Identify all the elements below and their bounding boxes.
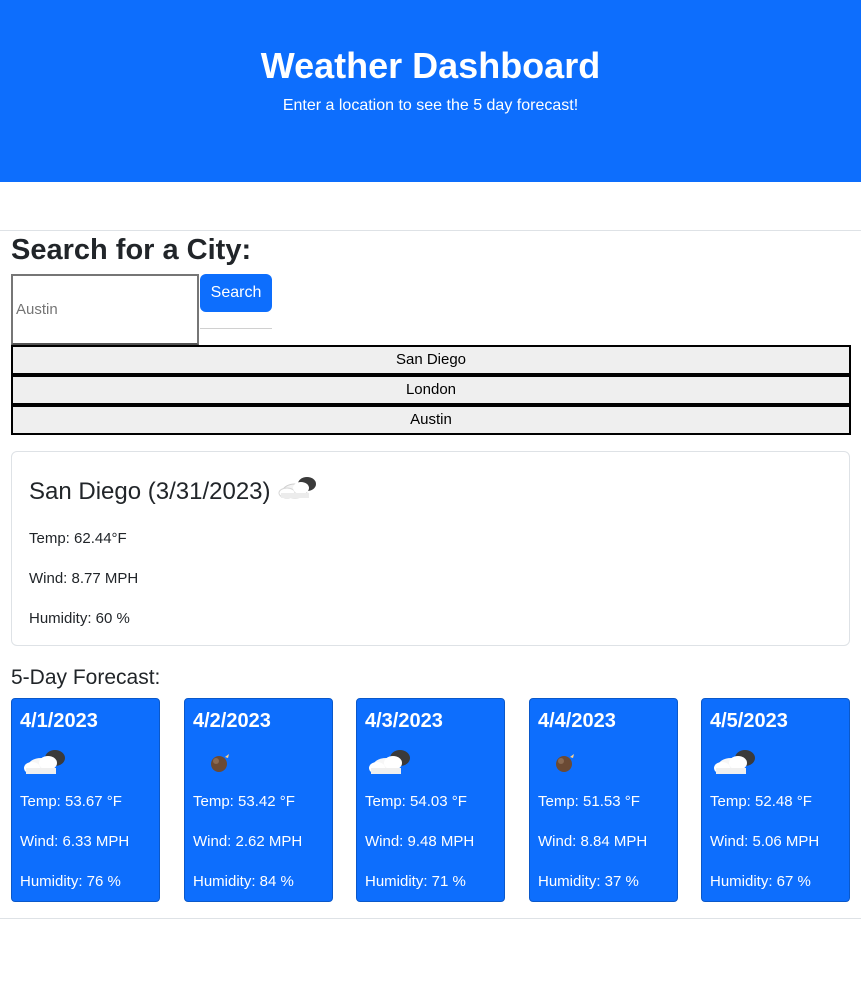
forecast-card: 4/2/2023 Temp: 53.42 °F Wind: 2.62 MPH H… <box>184 698 333 902</box>
current-weather-title: San Diego (3/31/2023) <box>29 474 321 511</box>
current-humidity: Humidity: 60 % <box>29 610 130 627</box>
current-temp: Temp: 62.44°F <box>29 530 127 547</box>
history-item-austin[interactable]: Austin <box>11 405 851 435</box>
forecast-temp: Temp: 52.48 °F <box>710 793 812 810</box>
forecast-date: 4/3/2023 <box>365 710 443 732</box>
history-item-london[interactable]: London <box>11 375 851 405</box>
partly-cloudy-icon <box>367 747 417 777</box>
forecast-temp: Temp: 54.03 °F <box>365 793 467 810</box>
forecast-temp: Temp: 51.53 °F <box>538 793 640 810</box>
rain-drop-icon <box>540 747 590 777</box>
forecast-date: 4/4/2023 <box>538 710 616 732</box>
current-city-date: San Diego (3/31/2023) <box>29 478 271 505</box>
cloud-icon <box>277 474 321 511</box>
forecast-temp: Temp: 53.67 °F <box>20 793 122 810</box>
current-weather-card: San Diego (3/31/2023) Temp: 62.44°F Wind… <box>11 451 850 646</box>
forecast-card: 4/4/2023 Temp: 51.53 °F Wind: 8.84 MPH H… <box>529 698 678 902</box>
partly-cloudy-icon <box>22 747 72 777</box>
forecast-wind: Wind: 2.62 MPH <box>193 833 303 850</box>
page-subtitle: Enter a location to see the 5 day foreca… <box>282 97 579 114</box>
search-heading: Search for a City: <box>11 234 252 266</box>
bottom-divider <box>0 918 861 919</box>
forecast-date: 4/1/2023 <box>20 710 98 732</box>
forecast-card: 4/5/2023 Temp: 52.48 °F Wind: 5.06 MPH H… <box>701 698 850 902</box>
city-search-input[interactable] <box>11 274 199 345</box>
forecast-humidity: Humidity: 84 % <box>193 873 294 890</box>
forecast-humidity: Humidity: 37 % <box>538 873 639 890</box>
rain-drop-icon <box>195 747 245 777</box>
search-history-list: San Diego London Austin <box>11 345 851 435</box>
forecast-wind: Wind: 9.48 MPH <box>365 833 475 850</box>
header-banner: Weather Dashboard Enter a location to se… <box>0 0 861 182</box>
forecast-humidity: Humidity: 71 % <box>365 873 466 890</box>
forecast-wind: Wind: 6.33 MPH <box>20 833 130 850</box>
forecast-card: 4/1/2023 Temp: 53.67 °F Wind: 6.33 MPH H… <box>11 698 160 902</box>
forecast-wind: Wind: 5.06 MPH <box>710 833 820 850</box>
forecast-wind: Wind: 8.84 MPH <box>538 833 648 850</box>
forecast-date: 4/2/2023 <box>193 710 271 732</box>
forecast-humidity: Humidity: 67 % <box>710 873 811 890</box>
current-wind: Wind: 8.77 MPH <box>29 570 139 587</box>
search-button[interactable]: Search <box>200 274 272 312</box>
page-title: Weather Dashboard <box>260 45 601 86</box>
forecast-temp: Temp: 53.42 °F <box>193 793 295 810</box>
search-underline <box>200 328 272 329</box>
forecast-humidity: Humidity: 76 % <box>20 873 121 890</box>
history-item-san-diego[interactable]: San Diego <box>11 345 851 375</box>
forecast-heading: 5-Day Forecast: <box>11 666 161 689</box>
forecast-date: 4/5/2023 <box>710 710 788 732</box>
forecast-card: 4/3/2023 Temp: 54.03 °F Wind: 9.48 MPH H… <box>356 698 505 902</box>
partly-cloudy-icon <box>712 747 762 777</box>
